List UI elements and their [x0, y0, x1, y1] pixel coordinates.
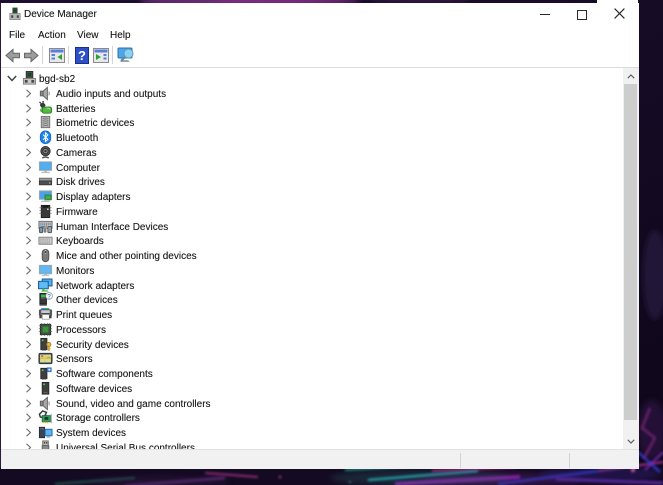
- svg-text:?: ?: [47, 294, 51, 301]
- svg-text:?: ?: [78, 48, 86, 63]
